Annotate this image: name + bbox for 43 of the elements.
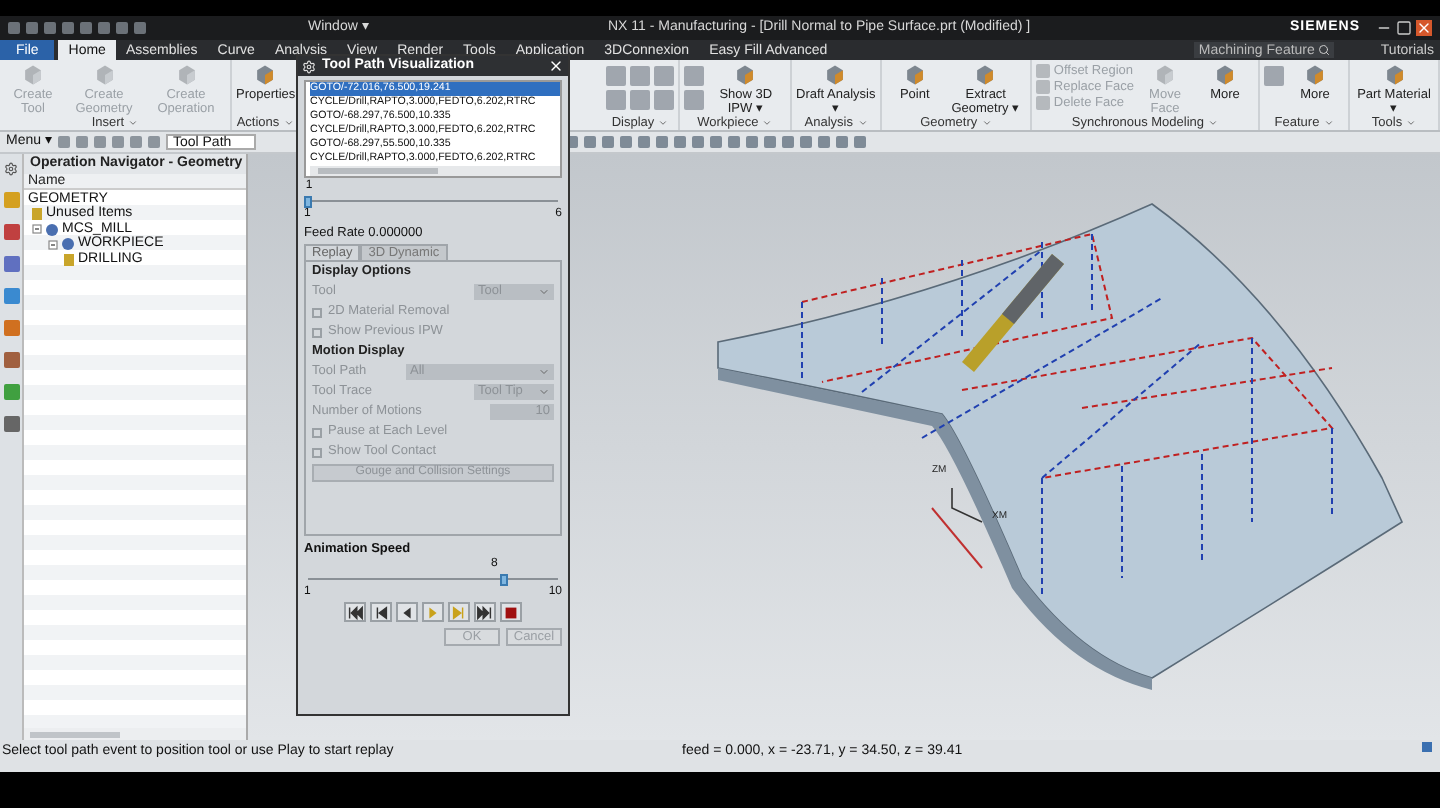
collapse-icon[interactable]: [48, 239, 58, 250]
stop-icon: [502, 603, 520, 621]
slider-track[interactable]: [308, 574, 558, 586]
slider-thumb[interactable]: [304, 196, 312, 208]
play-icon: [424, 603, 442, 621]
cube-icon: [734, 64, 757, 86]
playback-button[interactable]: [370, 602, 392, 622]
chevron-down-icon[interactable]: [283, 118, 294, 128]
chevron-down-icon[interactable]: [981, 118, 992, 128]
chevron-down-icon[interactable]: [857, 118, 867, 128]
playback-button[interactable]: [344, 602, 366, 622]
cube-icon: [1383, 64, 1405, 86]
step-icon: [398, 603, 416, 621]
status-icon: [1422, 742, 1432, 752]
slider-thumb[interactable]: [499, 574, 507, 586]
chevron-down-icon[interactable]: [658, 118, 669, 128]
settings-icon[interactable]: [4, 162, 18, 176]
horizontal-scrollbar[interactable]: [310, 166, 560, 176]
chevron-down-icon[interactable]: [1323, 118, 1334, 128]
chevron-down-icon[interactable]: [1208, 118, 1218, 128]
chevron-down-icon[interactable]: [1406, 118, 1417, 128]
cube-icon: [1214, 64, 1236, 86]
collapse-icon[interactable]: [32, 224, 42, 235]
horizontal-scrollbar[interactable]: [24, 728, 246, 740]
playback-button[interactable]: [396, 602, 418, 622]
step-icon: [372, 603, 390, 621]
cube-icon: [1304, 64, 1326, 86]
step-icon: [450, 603, 468, 621]
chevron-down-icon: [538, 286, 550, 298]
slider-track[interactable]: [308, 196, 558, 208]
cube-icon: [824, 64, 847, 86]
step-icon: [476, 603, 494, 621]
playback-button[interactable]: [474, 602, 496, 622]
playback-button[interactable]: [500, 602, 522, 622]
search-icon: [1318, 44, 1331, 56]
maximize-icon[interactable]: [1396, 20, 1412, 36]
chevron-down-icon[interactable]: [762, 118, 773, 128]
cube-icon: [974, 64, 997, 86]
cube-icon: [903, 64, 926, 86]
close-icon[interactable]: [548, 58, 564, 74]
cube-icon: [254, 64, 276, 86]
step-icon: [346, 603, 364, 621]
chevron-down-icon[interactable]: [128, 118, 139, 128]
